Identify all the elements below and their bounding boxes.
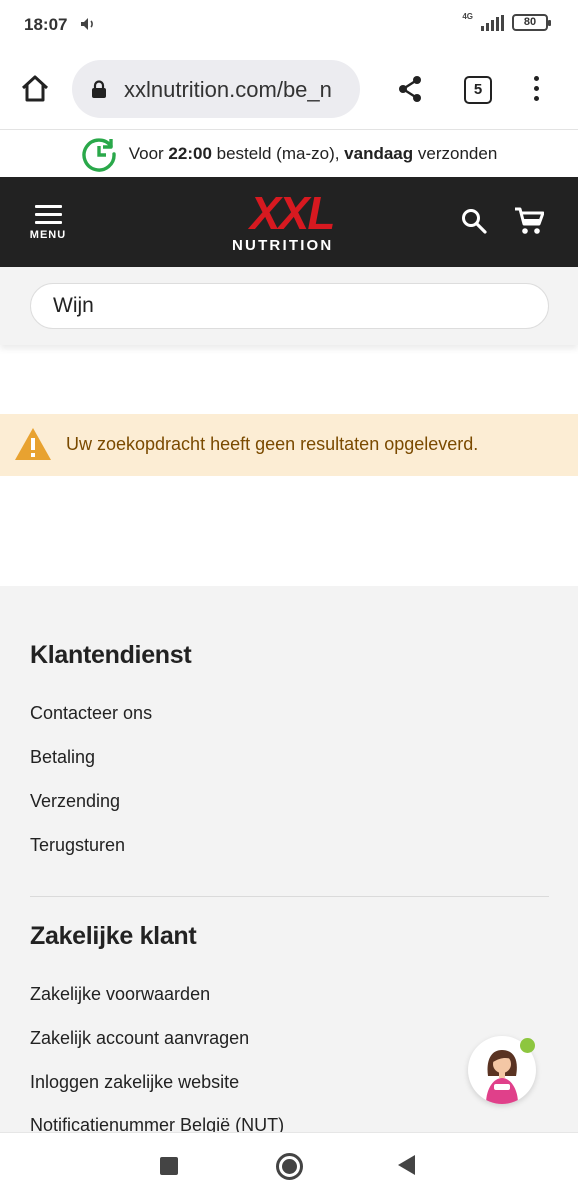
- search-input[interactable]: Wijn: [30, 283, 549, 329]
- no-results-warning: Uw zoekopdracht heeft geen resultaten op…: [0, 414, 578, 476]
- menu-label: MENU: [29, 229, 67, 241]
- address-bar[interactable]: xxlnutrition.com/be_n: [72, 60, 360, 118]
- status-bar: 18:07 4G 80: [0, 0, 578, 50]
- footer-link[interactable]: Zakelijke voorwaarden: [30, 984, 210, 1005]
- tab-count: 5: [473, 81, 483, 98]
- search-icon[interactable]: [460, 207, 488, 235]
- footer-divider: [30, 896, 549, 897]
- site-logo[interactable]: XXL NUTRITION: [232, 189, 348, 257]
- footer-link[interactable]: Contacteer ons: [30, 703, 152, 724]
- battery-level: 80: [523, 16, 537, 28]
- cart-icon[interactable]: [514, 207, 544, 235]
- url-text: xxlnutrition.com/be_n: [124, 77, 332, 102]
- footer-link[interactable]: Zakelijk account aanvragen: [30, 1028, 249, 1049]
- volume-icon: [81, 18, 93, 30]
- browser-toolbar: xxlnutrition.com/be_n 5: [0, 50, 578, 130]
- status-time: 18:07: [24, 15, 68, 34]
- back-icon[interactable]: [398, 1155, 415, 1175]
- network-type: 4G: [462, 12, 473, 21]
- home-button-icon[interactable]: [276, 1153, 303, 1180]
- footer-link[interactable]: Verzending: [30, 791, 120, 812]
- menu-button[interactable]: MENU: [26, 205, 70, 247]
- footer-link[interactable]: Terugsturen: [30, 835, 125, 856]
- logo-text: NUTRITION: [232, 237, 334, 254]
- footer-heading-zakelijke-klant: Zakelijke klant: [30, 922, 197, 950]
- share-icon[interactable]: [396, 74, 424, 104]
- footer-heading-klantendienst: Klantendienst: [30, 641, 192, 669]
- hamburger-icon: [26, 205, 70, 224]
- system-nav-bar: [0, 1132, 578, 1200]
- logo-mark: XXL: [250, 187, 335, 239]
- warning-icon: [15, 428, 51, 460]
- shipping-text: Voor 22:00 besteld (ma-zo), vandaag verz…: [128, 144, 498, 163]
- search-area: Wijn: [0, 267, 578, 345]
- footer-link[interactable]: Inloggen zakelijke website: [30, 1072, 239, 1093]
- lock-icon: [92, 80, 106, 98]
- footer-link[interactable]: Notificatienummer België (NUT): [30, 1115, 284, 1132]
- battery-icon: 80: [512, 14, 551, 31]
- more-icon[interactable]: [530, 76, 542, 104]
- shipping-banner: Voor 22:00 besteld (ma-zo), vandaag verz…: [0, 131, 578, 177]
- online-status-indicator: [520, 1038, 535, 1053]
- tabs-icon[interactable]: 5: [464, 76, 492, 104]
- signal-icon: [481, 14, 504, 31]
- site-header: MENU XXL NUTRITION: [0, 177, 578, 267]
- warning-message: Uw zoekopdracht heeft geen resultaten op…: [66, 434, 479, 454]
- footer-link[interactable]: Betaling: [30, 747, 95, 768]
- home-icon[interactable]: [18, 72, 52, 106]
- delivery-clock-icon: [82, 138, 116, 172]
- recent-apps-icon[interactable]: [160, 1157, 178, 1175]
